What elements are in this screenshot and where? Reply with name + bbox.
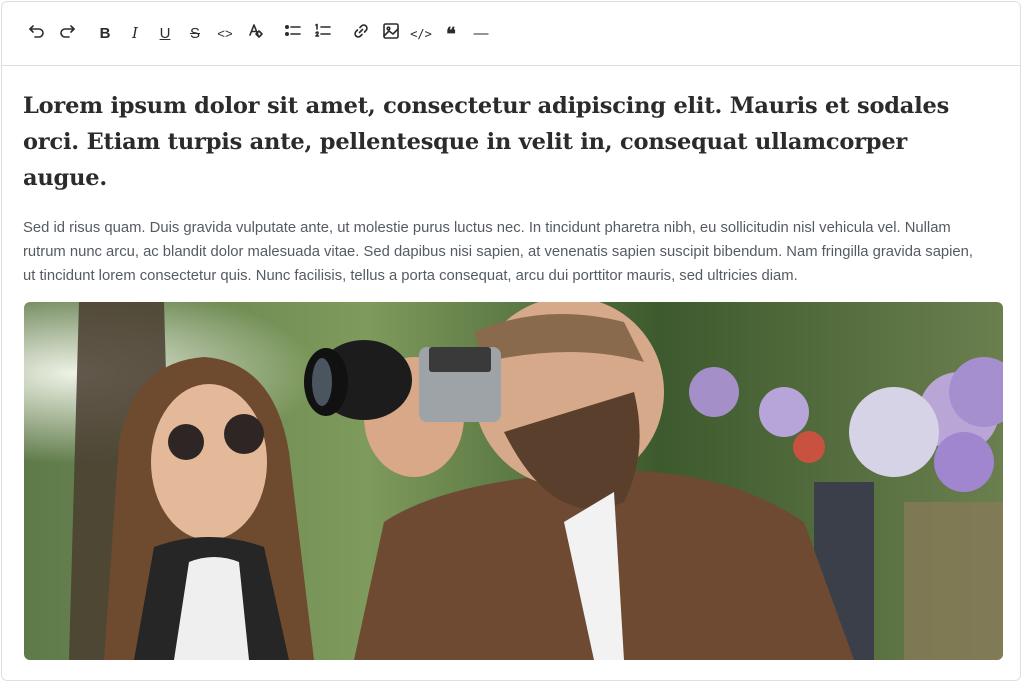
- strikethrough-button[interactable]: S: [182, 21, 208, 47]
- editor-content[interactable]: Lorem ipsum dolor sit amet, consectetur …: [23, 88, 983, 288]
- clear-format-button[interactable]: [242, 21, 268, 47]
- italic-icon: I: [132, 24, 138, 42]
- document-paragraph[interactable]: Sed id risus quam. Duis gravida vulputat…: [23, 216, 983, 288]
- editor-toolbar: B I U S <> </> ❝ —: [2, 2, 1020, 66]
- horizontal-rule-icon: —: [473, 25, 489, 42]
- ordered-list-icon: [314, 22, 332, 45]
- inline-code-button[interactable]: <>: [212, 21, 238, 47]
- image-button[interactable]: [378, 21, 404, 47]
- italic-button[interactable]: I: [122, 21, 148, 47]
- rich-text-editor: B I U S <> </> ❝ — Lorem ipsum dolor sit…: [1, 1, 1021, 681]
- document-heading[interactable]: Lorem ipsum dolor sit amet, consectetur …: [23, 88, 983, 196]
- bullet-list-button[interactable]: [280, 21, 306, 47]
- horizontal-rule-button[interactable]: —: [468, 21, 494, 47]
- blockquote-icon: ❝: [446, 23, 456, 44]
- image-icon: [382, 22, 400, 45]
- undo-icon: [28, 22, 46, 45]
- code-block-button[interactable]: </>: [408, 21, 434, 47]
- strikethrough-icon: S: [189, 25, 200, 42]
- blockquote-button[interactable]: ❝: [438, 21, 464, 47]
- bold-icon: B: [99, 25, 111, 42]
- underline-icon: U: [159, 25, 171, 42]
- code-block-icon: </>: [410, 26, 432, 41]
- redo-button[interactable]: [54, 21, 80, 47]
- clear-format-icon: [246, 22, 264, 45]
- embedded-image[interactable]: [24, 302, 1003, 660]
- bold-button[interactable]: B: [92, 21, 118, 47]
- inline-code-icon: <>: [217, 26, 233, 41]
- underline-button[interactable]: U: [152, 21, 178, 47]
- bullet-list-icon: [284, 22, 302, 45]
- link-icon: [352, 22, 370, 45]
- undo-button[interactable]: [24, 21, 50, 47]
- ordered-list-button[interactable]: [310, 21, 336, 47]
- redo-icon: [58, 22, 76, 45]
- link-button[interactable]: [348, 21, 374, 47]
